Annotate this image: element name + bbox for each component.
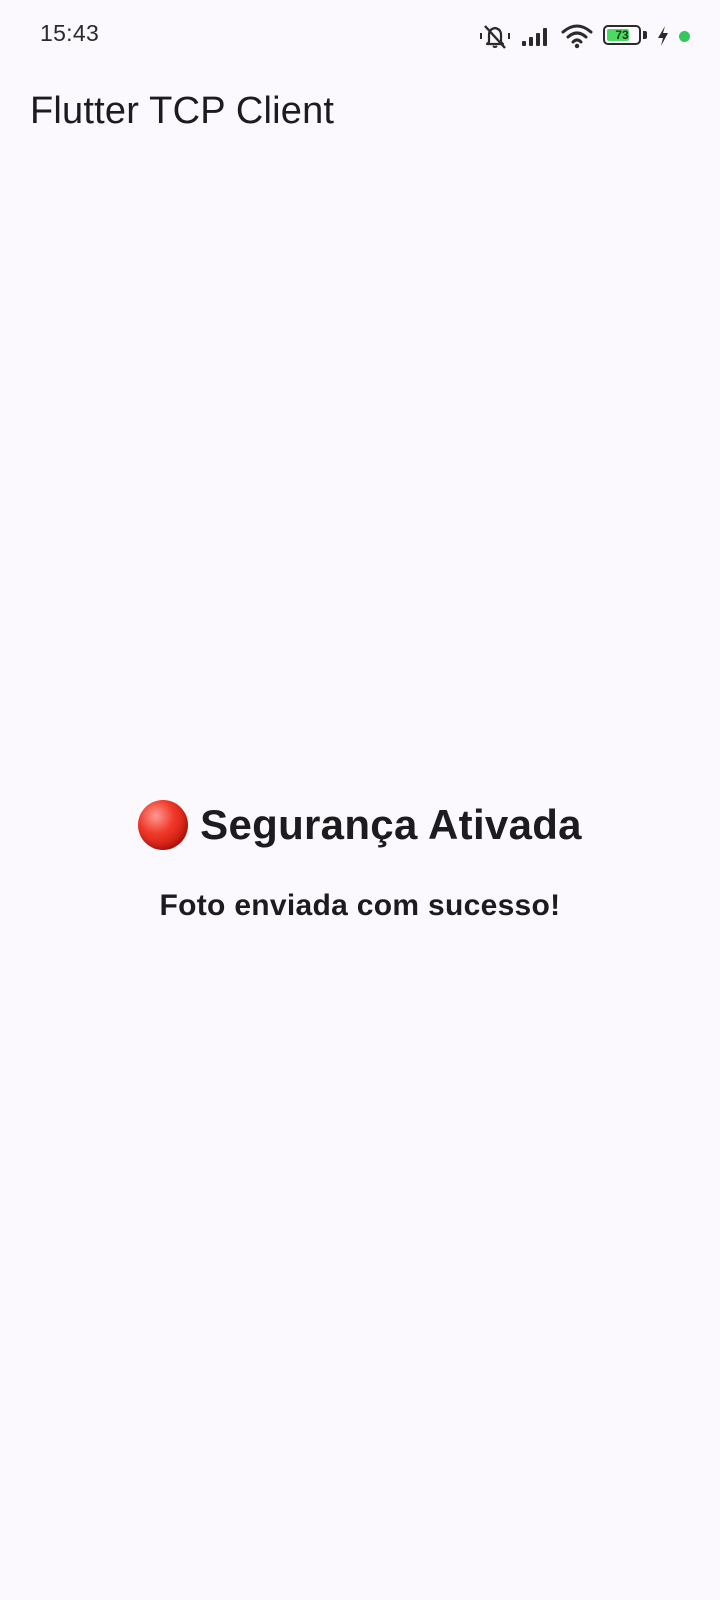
charging-bolt-icon xyxy=(657,25,669,47)
active-dot-icon xyxy=(679,30,690,42)
page-title: Flutter TCP Client xyxy=(30,90,335,132)
mute-vibrate-icon xyxy=(479,22,511,50)
status-panel: Segurança Ativada Foto enviada com suces… xyxy=(0,797,720,923)
status-message: Foto enviada com sucesso! xyxy=(159,889,561,922)
status-icons: 73 xyxy=(479,20,690,52)
signal-icon xyxy=(521,24,551,48)
status-time: 15:43 xyxy=(40,20,100,46)
status-heading-row: Segurança Ativada xyxy=(0,797,720,853)
status-bar: 15:43 73 xyxy=(0,0,720,72)
wifi-icon xyxy=(561,23,593,49)
battery-icon: 73 xyxy=(603,25,647,47)
status-heading: Segurança Ativada xyxy=(200,801,582,848)
red-circle-icon xyxy=(138,800,189,850)
app-bar: Flutter TCP Client xyxy=(0,72,720,152)
main-content: Segurança Ativada Foto enviada com suces… xyxy=(0,152,720,1600)
battery-level: 73 xyxy=(615,28,629,42)
